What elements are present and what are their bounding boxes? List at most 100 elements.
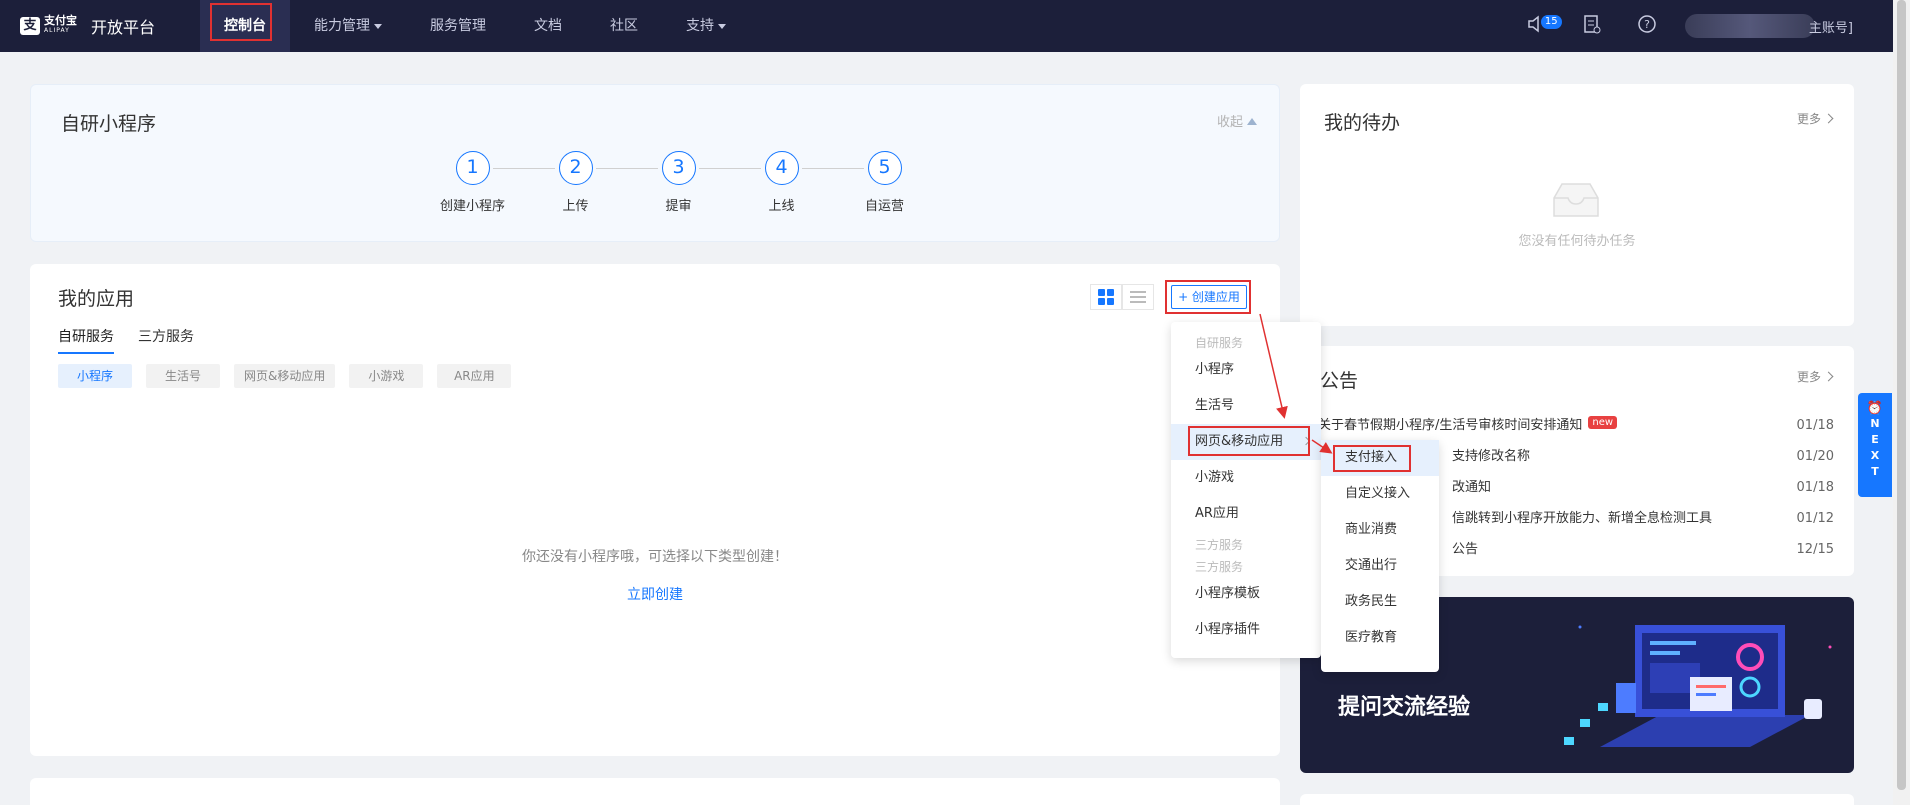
collapse-button[interactable]: 收起 bbox=[1217, 111, 1257, 130]
step-label: 上传 bbox=[562, 199, 589, 214]
chip-life-account[interactable]: 生活号 bbox=[146, 364, 220, 388]
notice-row[interactable]: 关于春节假期小程序/生活号审核时间安排通知 new 01/18 bbox=[1318, 410, 1834, 441]
chip-mini-program[interactable]: 小程序 bbox=[58, 364, 132, 388]
empty-apps-text: 你还没有小程序哦，可选择以下类型创建！ bbox=[522, 549, 788, 565]
notice-text: 关于春节假期小程序/生活号审核时间安排通知 bbox=[1318, 418, 1583, 433]
account-avatar[interactable] bbox=[1684, 14, 1815, 38]
account-label[interactable]: 主账号] bbox=[1809, 17, 1853, 36]
svg-text:?: ? bbox=[1644, 18, 1650, 31]
collapse-label: 收起 bbox=[1216, 115, 1243, 130]
highlight-box-payment bbox=[1333, 445, 1411, 472]
todo-more-link[interactable]: 更多 bbox=[1796, 110, 1834, 127]
step-number: 5 bbox=[867, 151, 902, 185]
submenu-item-commerce[interactable]: 商业消费 bbox=[1321, 512, 1439, 548]
logo-subtext: ALIPAY bbox=[44, 27, 70, 34]
notice-date: 01/20 bbox=[1796, 449, 1834, 464]
chip-web-mobile[interactable]: 网页&移动应用 bbox=[234, 364, 336, 388]
nav-capability-label: 能力管理 bbox=[314, 18, 370, 34]
next-side-tab[interactable]: ⏰ N E X T bbox=[1858, 393, 1892, 497]
self-dev-card: 自研小程序 收起 1 创建小程序 2 上传 3 提审 4 上线 5 自运营 bbox=[30, 84, 1280, 242]
tab-third-service[interactable]: 三方服务 bbox=[138, 326, 194, 354]
nav-support-label: 支持 bbox=[686, 18, 714, 34]
create-now-link[interactable]: 立即创建 bbox=[30, 584, 1280, 604]
nav-service[interactable]: 服务管理 bbox=[406, 0, 510, 52]
brand-name: 开放平台 bbox=[91, 18, 156, 37]
new-badge: new bbox=[1588, 416, 1618, 429]
web-mobile-submenu: 支付接入 自定义接入 商业消费 交通出行 政务民生 医疗教育 bbox=[1321, 440, 1439, 672]
grid-view-button[interactable] bbox=[1090, 284, 1122, 310]
notice-more-link[interactable]: 更多 bbox=[1796, 368, 1834, 385]
clock-icon: ⏰ bbox=[1866, 401, 1884, 416]
step-number: 2 bbox=[558, 151, 593, 185]
tab-self-service[interactable]: 自研服务 bbox=[58, 326, 114, 354]
submenu-item-medical[interactable]: 医疗教育 bbox=[1321, 620, 1439, 656]
dropdown-item-mini-program[interactable]: 小程序 bbox=[1171, 352, 1321, 388]
list-icon bbox=[1130, 288, 1146, 306]
next-letter: T bbox=[1871, 465, 1879, 478]
scrollbar-thumb[interactable] bbox=[1897, 0, 1906, 790]
caret-up-icon bbox=[1247, 118, 1257, 125]
next-letter: N bbox=[1870, 417, 1880, 430]
notification-badge: 15 bbox=[1540, 14, 1562, 29]
list-view-button[interactable] bbox=[1122, 284, 1154, 310]
group-third-service: 三方服务 bbox=[1195, 560, 1244, 574]
next-letter: X bbox=[1870, 449, 1880, 462]
document-icon[interactable] bbox=[1583, 14, 1601, 39]
top-nav: 支 支付宝 ALIPAY 开放平台 控制台 能力管理 服务管理 文档 社区 支持… bbox=[0, 0, 1893, 52]
nav-community[interactable]: 社区 bbox=[586, 0, 662, 52]
page-scrollbar[interactable] bbox=[1893, 0, 1910, 805]
caret-down-icon bbox=[718, 23, 726, 29]
dropdown-item-template[interactable]: 小程序模板 bbox=[1171, 576, 1321, 612]
submenu-item-government[interactable]: 政务民生 bbox=[1321, 584, 1439, 620]
grid-icon bbox=[1098, 289, 1114, 305]
todo-card: 我的待办 更多 您没有任何待办任务 bbox=[1300, 84, 1854, 326]
nav-console[interactable]: 控制台 bbox=[200, 0, 290, 52]
notice-date: 01/18 bbox=[1796, 480, 1834, 495]
help-icon[interactable]: ? bbox=[1637, 14, 1657, 39]
step-3: 3 提审 bbox=[627, 151, 761, 214]
nav-community-label: 社区 bbox=[610, 18, 638, 34]
create-app-button[interactable]: + 创建应用 bbox=[1171, 285, 1247, 309]
todo-empty-text: 您没有任何待办任务 bbox=[1518, 234, 1636, 249]
notice-date: 01/18 bbox=[1796, 418, 1834, 433]
banner-illustration bbox=[1564, 625, 1832, 747]
banner-text: 提问交流经验 bbox=[1338, 695, 1471, 720]
alipay-logo-icon: 支 bbox=[20, 17, 40, 35]
group-self-service: 自研服务 bbox=[1195, 336, 1244, 350]
todo-more-label: 更多 bbox=[1796, 112, 1821, 126]
nav-docs-label: 文档 bbox=[534, 18, 562, 34]
bottom-card bbox=[30, 778, 1280, 805]
create-app-dropdown: 自研服务 小程序 生活号 网页&移动应用 小游戏 AR应用 三方服务 三方服务 … bbox=[1171, 322, 1321, 658]
notice-more-label: 更多 bbox=[1796, 370, 1821, 384]
brand[interactable]: 支 支付宝 ALIPAY 开放平台 bbox=[20, 14, 200, 38]
step-5: 5 自运营 bbox=[833, 151, 936, 214]
group-third-service: 三方服务 bbox=[1195, 538, 1244, 552]
notice-date: 12/15 bbox=[1796, 542, 1834, 557]
submenu-item-custom[interactable]: 自定义接入 bbox=[1321, 476, 1439, 512]
chip-ar-app[interactable]: AR应用 bbox=[437, 364, 512, 388]
step-4: 4 上线 bbox=[730, 151, 864, 214]
submenu-item-transport[interactable]: 交通出行 bbox=[1321, 548, 1439, 584]
chip-mini-game[interactable]: 小游戏 bbox=[349, 364, 424, 388]
dropdown-item-life-account[interactable]: 生活号 bbox=[1171, 388, 1321, 424]
nav-service-label: 服务管理 bbox=[430, 18, 486, 34]
self-dev-title: 自研小程序 bbox=[61, 113, 157, 135]
nav-docs[interactable]: 文档 bbox=[510, 0, 586, 52]
next-letter: E bbox=[1871, 433, 1879, 446]
alipay-logo: 支 支付宝 ALIPAY bbox=[20, 15, 77, 36]
dropdown-item-plugin[interactable]: 小程序插件 bbox=[1171, 612, 1321, 648]
step-label: 创建小程序 bbox=[439, 199, 505, 214]
speaker-icon[interactable]: 15 bbox=[1527, 14, 1562, 38]
dropdown-item-mini-game[interactable]: 小游戏 bbox=[1171, 460, 1321, 496]
notice-title: 公告 bbox=[1320, 370, 1359, 392]
nav-capability[interactable]: 能力管理 bbox=[290, 0, 406, 52]
highlight-box-web-mobile bbox=[1188, 426, 1310, 456]
step-number: 3 bbox=[661, 151, 696, 185]
highlight-box-console bbox=[210, 3, 272, 41]
step-number: 4 bbox=[764, 151, 799, 185]
nav-support[interactable]: 支持 bbox=[662, 0, 750, 52]
dropdown-item-ar-app[interactable]: AR应用 bbox=[1171, 496, 1321, 532]
step-label: 自运营 bbox=[864, 199, 904, 214]
my-apps-title: 我的应用 bbox=[58, 288, 135, 310]
notice-date: 01/12 bbox=[1796, 511, 1834, 526]
